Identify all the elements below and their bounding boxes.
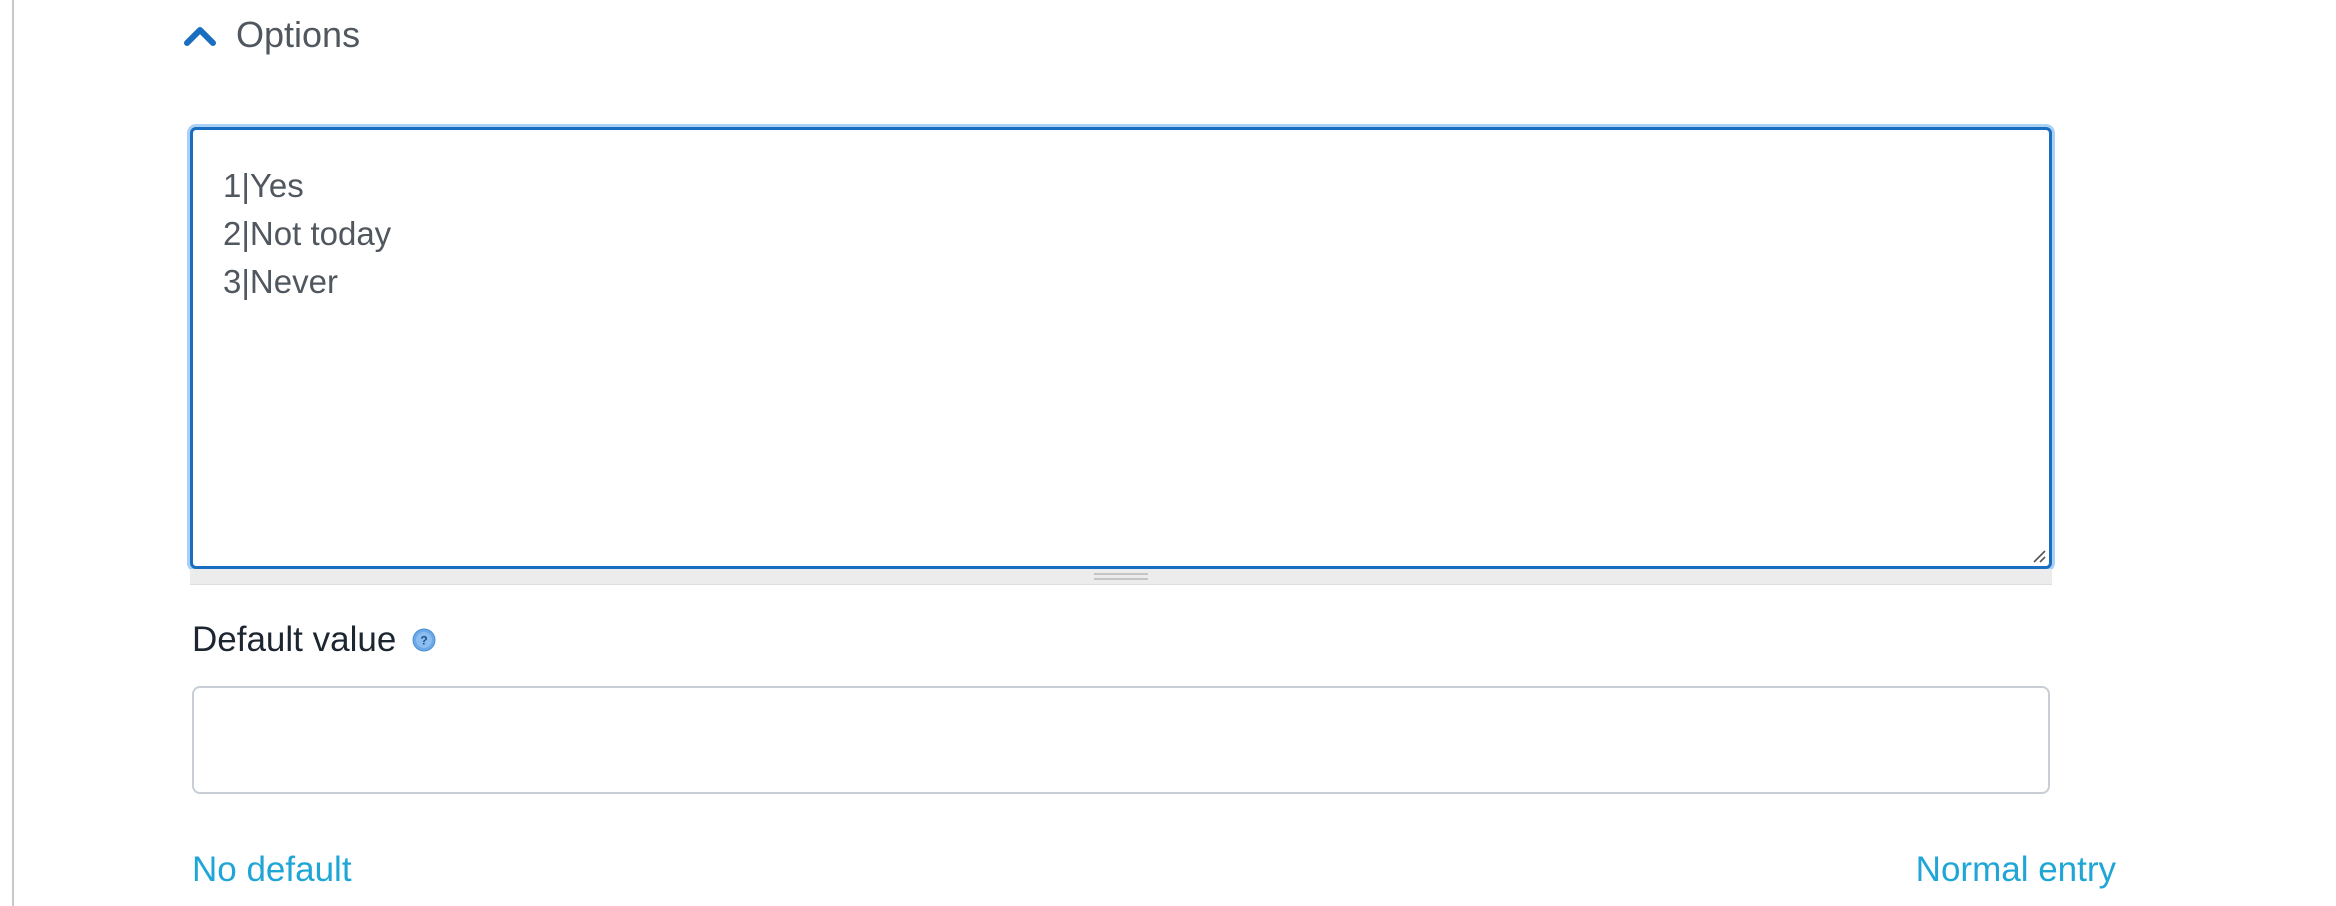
textarea-grabber[interactable]	[190, 569, 2052, 585]
textarea-resize-handle-icon[interactable]	[2030, 547, 2046, 563]
grabber-lines-icon	[1094, 573, 1148, 580]
options-section-title: Options	[236, 14, 361, 55]
field-settings-panel: Options Default value ? No default Norma…	[14, 0, 2336, 906]
question-circle-icon[interactable]: ?	[412, 628, 436, 652]
options-textarea-wrapper	[190, 127, 2052, 585]
no-default-link[interactable]: No default	[192, 850, 352, 890]
default-value-label: Default value	[192, 620, 397, 659]
chevron-up-icon	[182, 21, 218, 49]
options-section-toggle[interactable]: Options	[182, 10, 360, 60]
normal-entry-link[interactable]: Normal entry	[1916, 850, 2116, 890]
svg-text:?: ?	[421, 634, 428, 648]
options-textarea[interactable]	[190, 127, 2052, 569]
default-value-label-row: Default value ?	[192, 612, 436, 668]
default-value-input[interactable]	[192, 686, 2050, 794]
